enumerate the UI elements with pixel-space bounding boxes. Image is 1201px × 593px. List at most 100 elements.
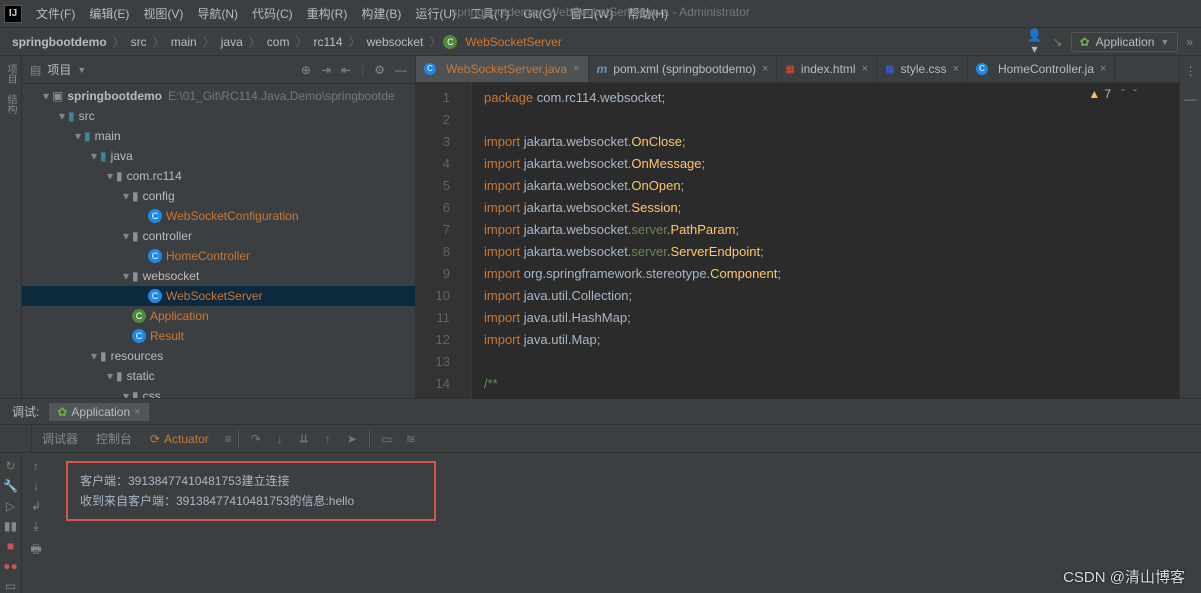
crumb-project[interactable]: springbootdemo	[8, 35, 111, 49]
debug-tab-label: Application	[71, 405, 130, 419]
debug-panel: 调试: ✿ Application × 调试器 控制台 ⟳ Actuator ≡…	[0, 398, 1201, 593]
run-to-cursor-icon[interactable]: ➤	[341, 428, 363, 450]
editor-tab[interactable]: ▦index.html×	[777, 56, 877, 82]
tree-node[interactable]: ▾▮config	[22, 186, 415, 206]
tree-node[interactable]: ▾▮src	[22, 106, 415, 126]
project-stripe-button[interactable]: 项目	[3, 64, 18, 84]
tree-node[interactable]: ▾▮static	[22, 366, 415, 386]
user-icon[interactable]: 👤▾	[1025, 28, 1045, 56]
tree-node[interactable]: CApplication	[22, 306, 415, 326]
editor-tab[interactable]: mpom.xml (springbootdemo)×	[589, 56, 778, 82]
tree-node[interactable]: ▾▮websocket	[22, 266, 415, 286]
project-panel: ▤ 项目 ▼ ⊕ ⇥ ⇤ | ⚙ — ▾▣ springbootdemo E:\…	[22, 56, 416, 398]
crumb-rc114[interactable]: rc114	[309, 35, 346, 49]
debugger-subtab[interactable]: 调试器	[34, 428, 86, 449]
project-tool-icon: ▤	[30, 63, 41, 77]
inspection-badge[interactable]: ▲ 7 ˆ ˇ	[1088, 87, 1137, 101]
tree-node[interactable]: ▾▮java	[22, 146, 415, 166]
down-nav-icon[interactable]: ˇ	[1133, 87, 1137, 101]
build-hammer-icon[interactable]: ↘	[1053, 35, 1063, 49]
step-out-icon[interactable]: ↑	[317, 428, 339, 450]
fold-gutter[interactable]	[458, 83, 472, 399]
soft-wrap-icon[interactable]: ↲	[31, 499, 41, 513]
tree-node[interactable]: CResult	[22, 326, 415, 346]
editor-tab[interactable]: ▦style.css×	[877, 56, 968, 82]
force-step-icon[interactable]: ⇊	[293, 428, 315, 450]
left-tool-stripe: 项目 结构	[0, 56, 22, 398]
tree-node[interactable]: ▾▮resources	[22, 346, 415, 366]
tree-node[interactable]: ▾▮main	[22, 126, 415, 146]
more-icon[interactable]: ⋮	[1185, 64, 1197, 78]
menu-view[interactable]: 视图(V)	[137, 3, 189, 24]
expand-icon[interactable]: ⇥	[321, 63, 331, 77]
debug-toolbar: 调试器 控制台 ⟳ Actuator ≡ ↷ ↓ ⇊ ↑ ➤ ▭ ≋	[0, 425, 1201, 453]
project-tree[interactable]: ▾▣ springbootdemo E:\01_Git\RC114.Java.D…	[22, 84, 415, 398]
editor-tab[interactable]: CHomeController.ja×	[968, 56, 1115, 82]
evaluate-icon[interactable]: ▭	[376, 428, 398, 450]
run-configuration[interactable]: ✿ Application ▼	[1071, 32, 1179, 52]
panel-title: 项目	[47, 61, 71, 78]
tree-node[interactable]: ▾▮com.rc114	[22, 166, 415, 186]
warning-count: 7	[1104, 87, 1111, 101]
console-subtab[interactable]: 控制台	[88, 428, 140, 449]
trace-icon[interactable]: ≋	[400, 428, 422, 450]
filter-icon[interactable]: ≡	[225, 432, 232, 446]
close-icon[interactable]: ×	[134, 406, 140, 418]
warning-icon: ▲	[1088, 87, 1100, 101]
settings-gear-icon[interactable]: ⚙	[374, 63, 385, 77]
line-gutter: 1234567891011121314	[416, 83, 458, 399]
menu-nav[interactable]: 导航(N)	[191, 3, 244, 24]
step-over-icon[interactable]: ↷	[245, 428, 267, 450]
tree-node[interactable]: ▾▮css	[22, 386, 415, 398]
menu-edit[interactable]: 编辑(E)	[83, 3, 135, 24]
crumb-com[interactable]: com	[263, 35, 294, 49]
crumb-java[interactable]: java	[217, 35, 247, 49]
actuator-subtab[interactable]: ⟳ Actuator	[142, 430, 217, 448]
console-line: 收到来自客户端：39138477410481753的信息:hello	[80, 491, 422, 511]
rerun-icon[interactable]: ↻	[5, 459, 15, 473]
crumb-sep: 〉	[111, 33, 127, 50]
tree-node[interactable]: ▾▮controller	[22, 226, 415, 246]
step-into-icon[interactable]: ↓	[269, 428, 291, 450]
code-content[interactable]: package com.rc114.websocket; import jaka…	[472, 83, 781, 399]
collapse-icon[interactable]: ⇤	[341, 63, 351, 77]
notifications-icon[interactable]: —	[1185, 92, 1197, 106]
up-icon[interactable]: ↑	[33, 459, 39, 473]
debug-app-tab[interactable]: ✿ Application ×	[49, 403, 148, 421]
console-output[interactable]: 客户端：39138477410481753建立连接 收到来自客户端：391384…	[50, 453, 1201, 593]
breakpoints-icon[interactable]: ●●	[3, 559, 18, 573]
wrench-icon[interactable]: 🔧	[3, 479, 18, 493]
menu-build[interactable]: 构建(B)	[355, 3, 407, 24]
scroll-end-icon[interactable]: ⤓	[33, 519, 38, 534]
editor-body[interactable]: 1234567891011121314 package com.rc114.we…	[416, 83, 1179, 399]
structure-stripe-button[interactable]: 结构	[3, 94, 18, 114]
breadcrumb-bar: springbootdemo 〉 src 〉 main 〉 java 〉 com…	[0, 28, 1201, 56]
print-icon[interactable]: 🖶	[30, 540, 41, 561]
menu-refactor[interactable]: 重构(R)	[301, 3, 354, 24]
tree-root[interactable]: ▾▣ springbootdemo E:\01_Git\RC114.Java.D…	[22, 86, 415, 106]
layout-icon[interactable]: ▭	[5, 579, 16, 593]
hide-icon[interactable]: —	[395, 63, 407, 77]
crumb-websocket[interactable]: websocket	[363, 35, 428, 49]
menu-code[interactable]: 代码(C)	[246, 3, 299, 24]
class-icon: C	[443, 35, 457, 49]
crumb-src[interactable]: src	[127, 35, 151, 49]
crumb-active[interactable]: WebSocketServer	[461, 35, 566, 49]
spring-icon: ✿	[57, 405, 67, 419]
resume-icon[interactable]: ▷	[6, 499, 15, 513]
pause-icon[interactable]: ▮▮	[4, 519, 17, 533]
run-play-icon[interactable]: »	[1186, 35, 1193, 49]
stop-icon[interactable]: ■	[7, 539, 14, 553]
crumb-main[interactable]: main	[167, 35, 201, 49]
tree-node[interactable]: CWebSocketServer	[22, 286, 415, 306]
menu-file[interactable]: 文件(F)	[30, 3, 81, 24]
locate-icon[interactable]: ⊕	[301, 63, 311, 77]
editor-tab[interactable]: CWebSocketServer.java×	[416, 56, 589, 82]
tree-node[interactable]: CHomeController	[22, 246, 415, 266]
tree-node[interactable]: CWebSocketConfiguration	[22, 206, 415, 226]
right-tool-stripe: ⋮ —	[1179, 56, 1201, 398]
down-icon[interactable]: ↓	[33, 479, 39, 493]
up-nav-icon[interactable]: ˆ	[1121, 87, 1125, 101]
panel-dropdown-icon[interactable]: ▼	[77, 65, 86, 75]
editor-area: CWebSocketServer.java×mpom.xml (springbo…	[416, 56, 1179, 398]
